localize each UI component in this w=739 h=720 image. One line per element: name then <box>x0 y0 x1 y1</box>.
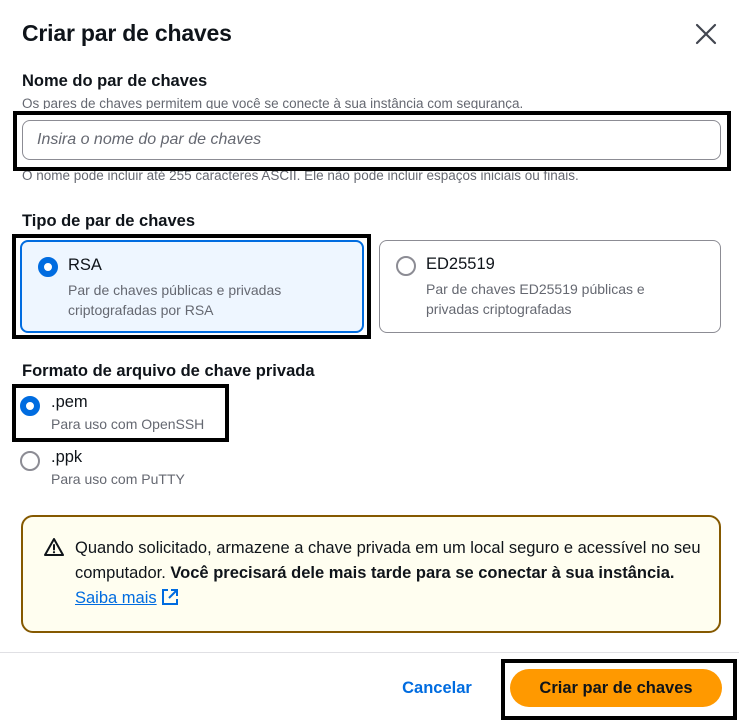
close-icon[interactable] <box>694 22 718 46</box>
key-type-label: Tipo de par de chaves <box>22 212 196 230</box>
key-type-name: ED25519 <box>426 255 495 273</box>
external-link-icon[interactable] <box>161 588 179 614</box>
warning-alert: Quando solicitado, armazene a chave priv… <box>21 515 721 633</box>
key-type-option-ed25519[interactable]: ED25519 Par de chaves ED25519 públicas e… <box>379 240 721 333</box>
alert-text-bold: Você precisará dele mais tarde para se c… <box>170 564 675 582</box>
dialog-title: Criar par de chaves <box>22 20 232 46</box>
key-type-description: Par de chaves públicas e privadas cripto… <box>68 282 282 318</box>
key-type-name: RSA <box>68 256 102 274</box>
file-format-option-ppk[interactable]: .ppk Para uso com PuTTY <box>20 448 220 492</box>
create-key-pair-dialog: Criar par de chaves Nome do par de chave… <box>0 0 739 720</box>
file-format-name: .ppk <box>51 448 83 466</box>
file-format-description: Para uso com OpenSSH <box>51 416 205 432</box>
file-format-option-pem[interactable]: .pem Para uso com OpenSSH <box>20 393 220 437</box>
key-name-label: Nome do par de chaves <box>22 72 208 90</box>
learn-more-label: Saiba mais <box>75 589 157 607</box>
key-name-description: Os pares de chaves permitem que você se … <box>22 96 524 109</box>
key-type-description: Par de chaves ED25519 públicas e privada… <box>426 281 645 317</box>
radio-selected-icon[interactable] <box>38 257 58 277</box>
cancel-button[interactable]: Cancelar <box>392 672 482 704</box>
radio-unselected-icon[interactable] <box>396 256 416 276</box>
file-format-label: Formato de arquivo de chave privada <box>22 362 315 380</box>
learn-more-link[interactable]: Saiba mais <box>75 589 157 607</box>
alert-text: Quando solicitado, armazene a chave priv… <box>75 536 705 614</box>
file-format-description: Para uso com PuTTY <box>51 471 185 487</box>
warning-icon <box>44 537 64 557</box>
create-key-pair-button[interactable]: Criar par de chaves <box>510 669 722 707</box>
key-name-input[interactable] <box>22 120 721 160</box>
key-name-hint: O nome pode incluir até 255 caracteres A… <box>22 168 579 183</box>
radio-unselected-icon[interactable] <box>20 451 40 471</box>
file-format-name: .pem <box>51 393 88 411</box>
footer-divider <box>0 652 739 653</box>
radio-selected-icon[interactable] <box>20 396 40 416</box>
key-type-option-rsa[interactable]: RSA Par de chaves públicas e privadas cr… <box>20 240 364 333</box>
